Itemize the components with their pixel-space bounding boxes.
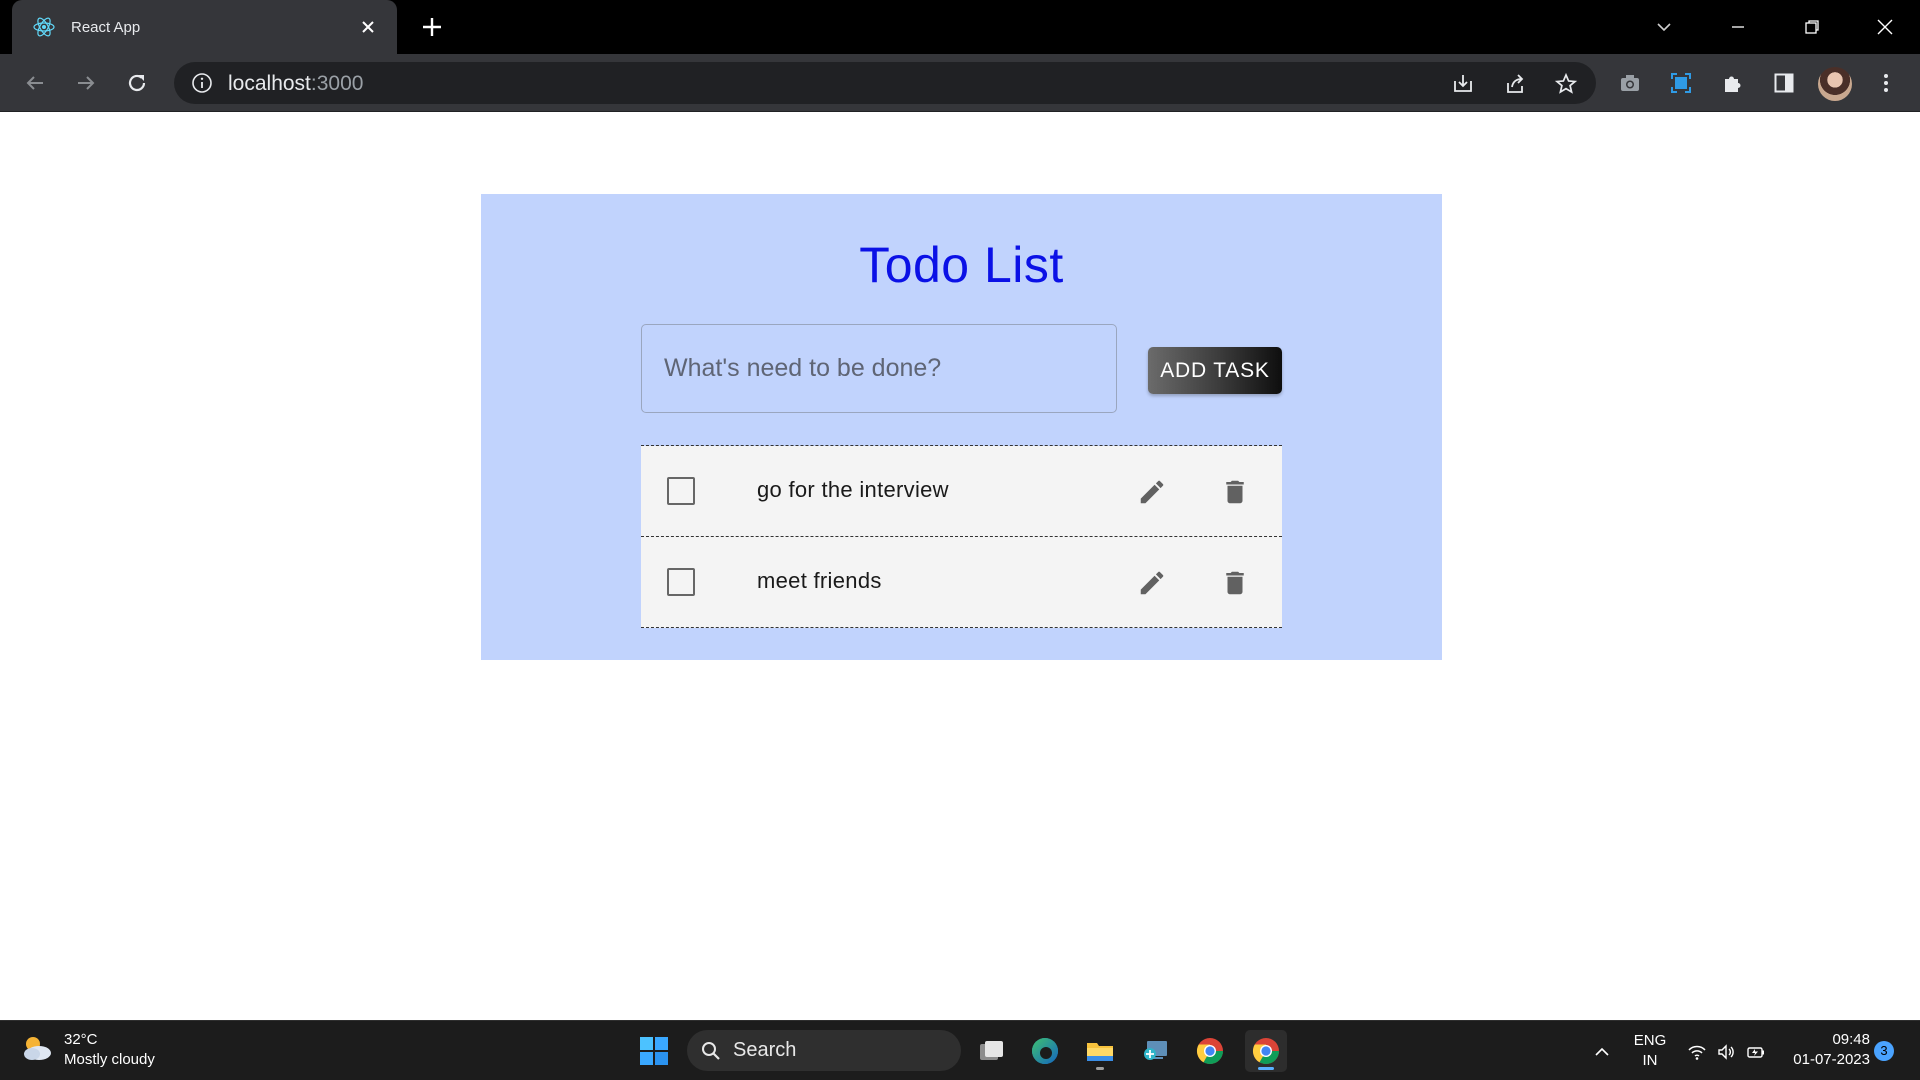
browser-tab-react-app[interactable]: React App xyxy=(12,0,397,54)
todo-item: go for the interview xyxy=(641,446,1282,537)
weather-temperature: 32°C xyxy=(64,1031,98,1048)
bookmark-star-icon[interactable] xyxy=(1553,71,1579,97)
more-menu-icon[interactable] xyxy=(1868,65,1904,101)
clock[interactable]: 09:48 01-07-2023 xyxy=(1780,1030,1870,1070)
browser-tab-strip: React App xyxy=(0,0,1920,54)
side-panel-icon[interactable] xyxy=(1766,65,1802,101)
region-code: IN xyxy=(1642,1052,1658,1069)
todo-text: meet friends xyxy=(757,568,882,593)
back-arrow-icon[interactable] xyxy=(17,65,53,101)
partly-cloudy-icon xyxy=(20,1033,54,1068)
react-logo-icon xyxy=(31,14,57,40)
todo-list: go for the interview meet friends xyxy=(641,445,1282,628)
reload-icon[interactable] xyxy=(119,65,155,101)
profile-avatar[interactable] xyxy=(1818,67,1852,101)
todo-item: meet friends xyxy=(641,537,1282,628)
site-info-icon[interactable] xyxy=(190,71,214,95)
language-code: ENG xyxy=(1633,1032,1667,1049)
todo-text: go for the interview xyxy=(757,477,949,502)
todo-checkbox[interactable] xyxy=(667,477,695,505)
address-bar[interactable]: localhost:3000 xyxy=(174,62,1596,104)
taskbar-search[interactable]: Search xyxy=(687,1030,961,1071)
todo-card: Todo List ADD TASK go for the interview … xyxy=(481,194,1442,660)
new-tab-plus-icon[interactable] xyxy=(417,12,447,42)
camera-extension-icon[interactable] xyxy=(1612,65,1648,101)
notification-badge[interactable]: 3 xyxy=(1874,1041,1894,1061)
url-port: :3000 xyxy=(310,72,364,95)
page-viewport: Todo List ADD TASK go for the interview … xyxy=(0,113,1920,1020)
todo-checkbox[interactable] xyxy=(667,568,695,596)
delete-trash-icon[interactable] xyxy=(1217,565,1253,601)
task-view-icon[interactable] xyxy=(970,1030,1012,1072)
restore-icon[interactable] xyxy=(1795,10,1829,44)
edit-pencil-icon[interactable] xyxy=(1134,565,1170,601)
task-input[interactable] xyxy=(641,324,1117,413)
clock-date: 01-07-2023 xyxy=(1793,1051,1870,1068)
forward-arrow-icon[interactable] xyxy=(68,65,104,101)
weather-description: Mostly cloudy xyxy=(64,1051,155,1068)
file-explorer-icon[interactable] xyxy=(1079,1030,1121,1072)
tab-search-chevron-icon[interactable] xyxy=(1647,10,1681,44)
edge-browser-icon[interactable] xyxy=(1024,1030,1066,1072)
search-label: Search xyxy=(733,1039,797,1061)
browser-toolbar: localhost:3000 xyxy=(0,54,1920,112)
clock-time: 09:48 xyxy=(1832,1031,1870,1048)
edit-pencil-icon[interactable] xyxy=(1134,474,1170,510)
screen-capture-extension-icon[interactable] xyxy=(1663,65,1699,101)
running-indicator xyxy=(1258,1067,1274,1070)
page-title: Todo List xyxy=(859,237,1064,293)
show-hidden-icons-chevron-icon[interactable] xyxy=(1591,1041,1613,1063)
windows-start-icon[interactable] xyxy=(633,1030,675,1072)
weather-widget[interactable]: 32°C Mostly cloudy xyxy=(20,1030,155,1070)
url-text: localhost:3000 xyxy=(228,72,363,96)
delete-trash-icon[interactable] xyxy=(1217,474,1253,510)
battery-charging-icon[interactable] xyxy=(1745,1041,1767,1063)
chrome-icon[interactable] xyxy=(1189,1030,1231,1072)
share-icon[interactable] xyxy=(1502,71,1528,97)
wifi-icon[interactable] xyxy=(1686,1041,1708,1063)
add-task-button[interactable]: ADD TASK xyxy=(1148,347,1282,394)
install-app-icon[interactable] xyxy=(1450,71,1476,97)
extensions-puzzle-icon[interactable] xyxy=(1715,65,1751,101)
tab-title: React App xyxy=(71,18,141,36)
windows-taskbar: 32°C Mostly cloudy Search ENG IN 09:48 0… xyxy=(0,1020,1920,1080)
tab-close-icon[interactable] xyxy=(355,14,381,40)
search-icon xyxy=(701,1041,721,1061)
url-host: localhost xyxy=(228,72,311,95)
remote-desktop-icon[interactable] xyxy=(1134,1030,1176,1072)
minimize-icon[interactable] xyxy=(1721,10,1755,44)
language-indicator[interactable]: ENG IN xyxy=(1628,1031,1672,1071)
chrome-active-icon[interactable] xyxy=(1245,1030,1287,1072)
running-indicator xyxy=(1096,1067,1104,1070)
close-window-icon[interactable] xyxy=(1868,10,1902,44)
volume-icon[interactable] xyxy=(1715,1041,1737,1063)
